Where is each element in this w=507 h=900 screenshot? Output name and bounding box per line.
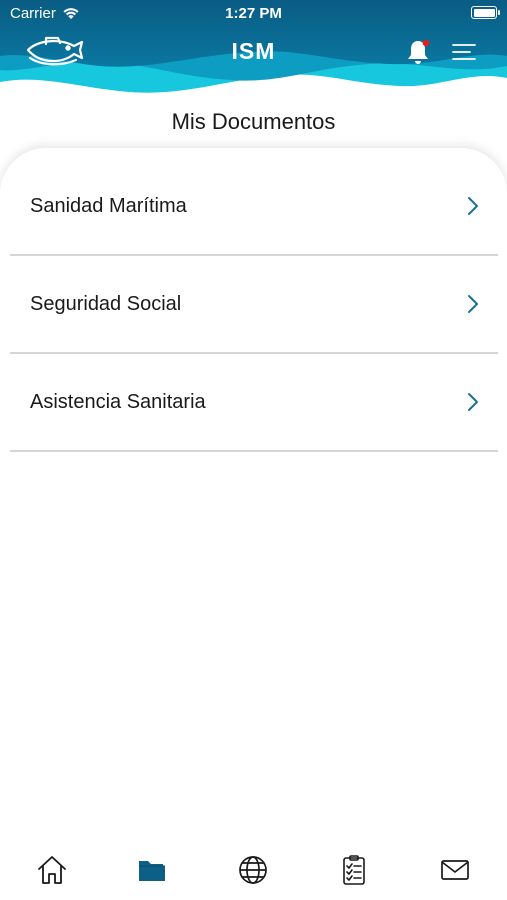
chevron-right-icon [468,197,478,215]
tab-bar [0,845,507,900]
bell-icon[interactable] [404,38,432,66]
status-bar: Carrier 1:27 PM [0,0,507,26]
list-item-label: Asistencia Sanitaria [30,391,206,413]
globe-icon[interactable] [236,853,270,887]
chevron-right-icon [468,295,478,313]
status-time: 1:27 PM [225,5,282,22]
notification-dot [422,39,430,47]
app-header: Carrier 1:27 PM ISM [0,0,507,112]
folder-icon[interactable] [135,853,169,887]
battery-icon [471,6,500,19]
mail-icon[interactable] [438,853,472,887]
list-item-seguridad-social[interactable]: Seguridad Social [0,256,507,354]
menu-icon[interactable] [450,41,478,63]
documents-card: Sanidad Marítima Seguridad Social Asiste… [0,148,507,848]
checklist-icon[interactable] [337,853,371,887]
list-divider [10,450,498,452]
list-item-asistencia-sanitaria[interactable]: Asistencia Sanitaria [0,354,507,452]
page-title: Mis Documentos [171,109,336,134]
list-item-label: Seguridad Social [30,293,182,315]
list-item-sanidad-maritima[interactable]: Sanidad Marítima [0,158,507,256]
chevron-right-icon [468,393,478,411]
home-icon[interactable] [35,853,69,887]
list-item-label: Sanidad Marítima [30,195,187,217]
